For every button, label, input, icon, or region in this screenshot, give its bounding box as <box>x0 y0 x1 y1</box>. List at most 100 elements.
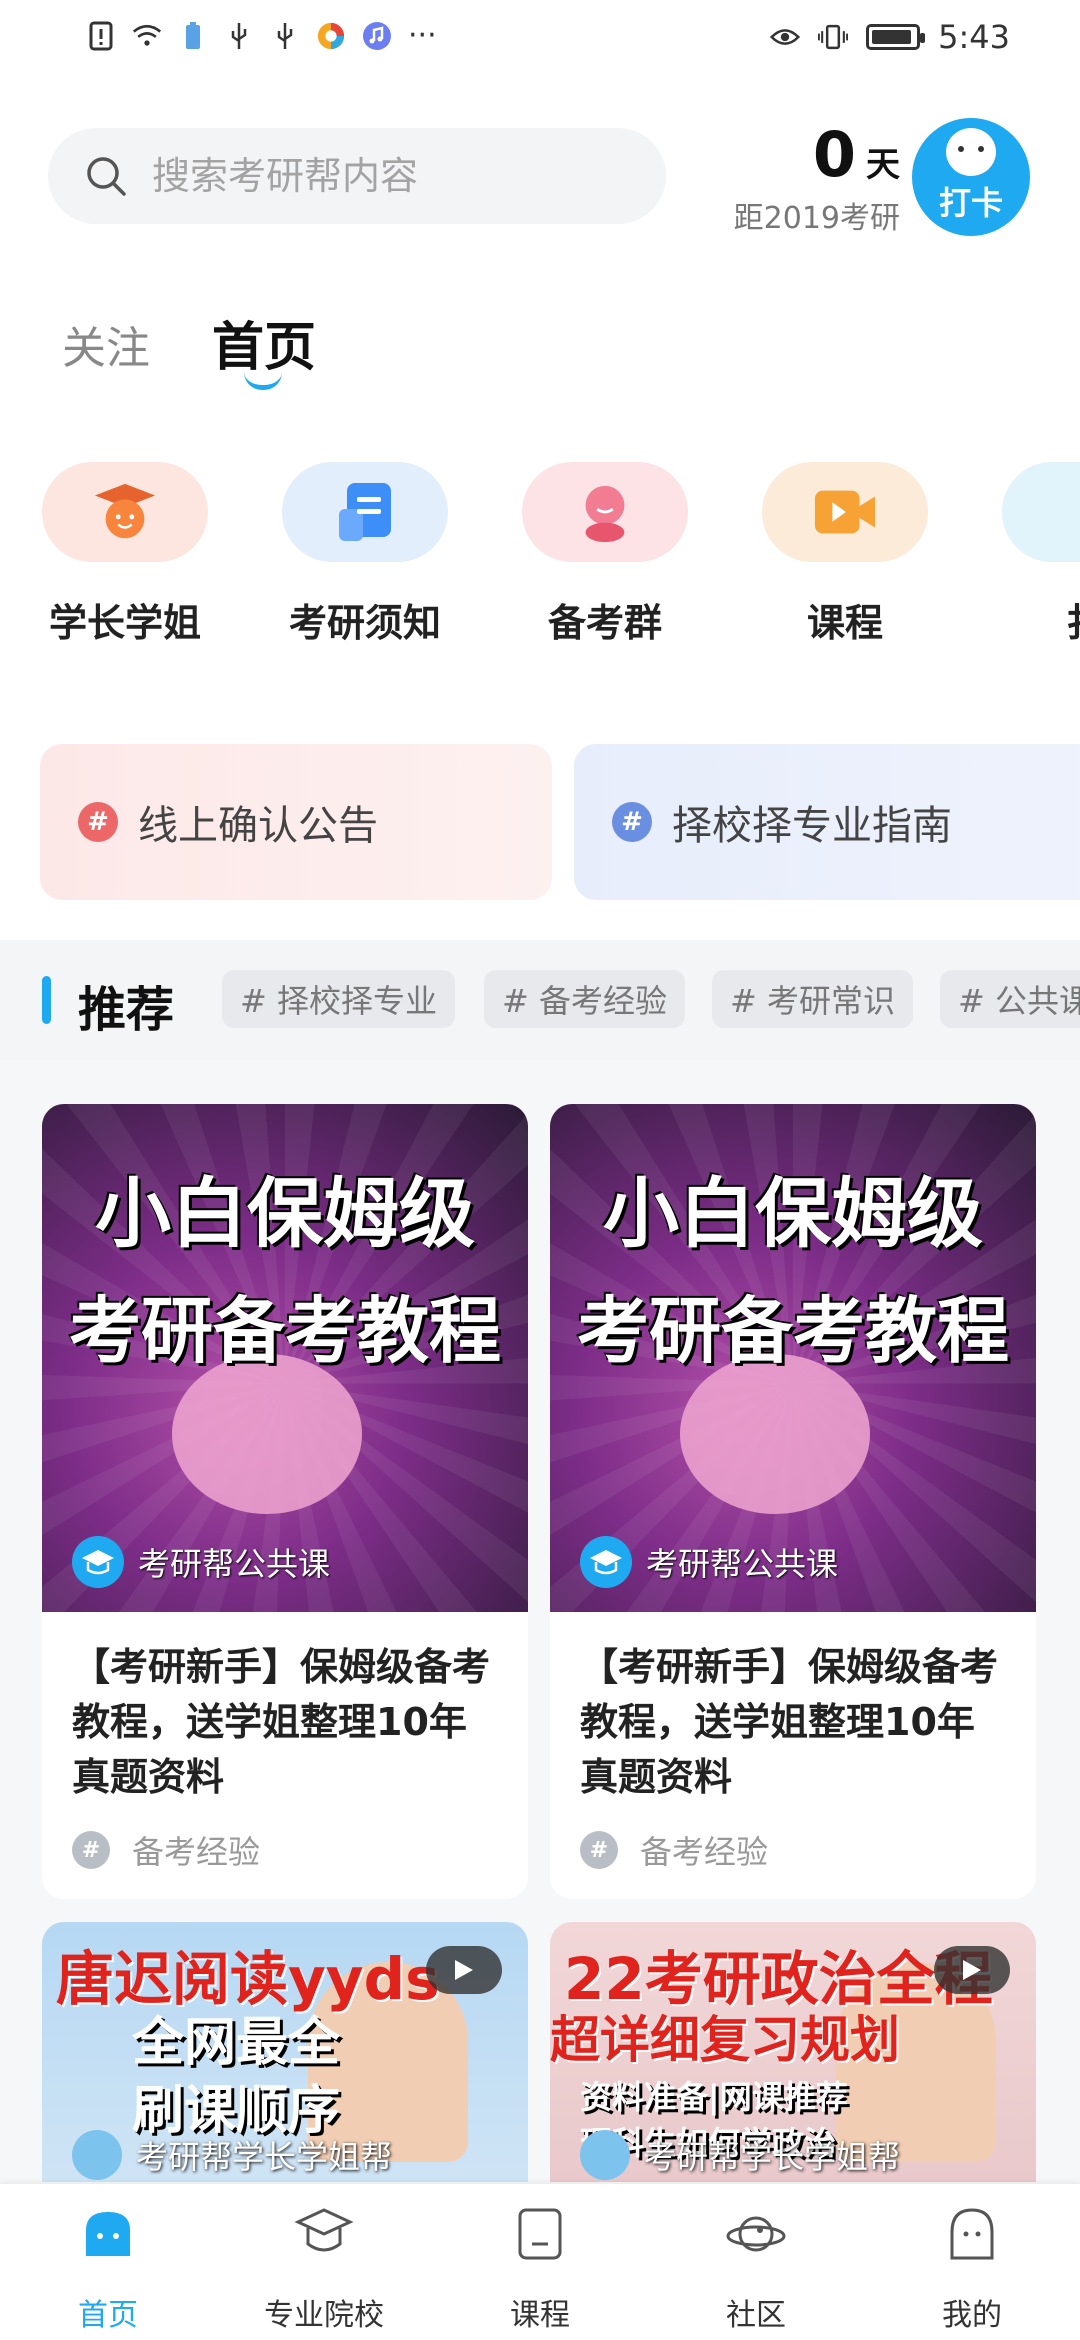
entry-exam-guide[interactable]: 考研须知 <box>280 462 450 647</box>
video-card[interactable]: 唐迟阅读yyds 全网最全 刷课顺序 考研帮学长学姐帮 <box>42 1922 528 2182</box>
source-badge: 考研帮学长学姐帮 <box>580 2130 900 2180</box>
usb-icon <box>224 21 254 51</box>
graduate-mascot-icon <box>93 480 157 544</box>
nav-home[interactable]: 首页 <box>0 2184 216 2340</box>
thumbnail-subheadline: 考研备考教程 <box>68 1289 501 1373</box>
battery-saver-icon <box>178 21 208 51</box>
topic-label: 备考经验 <box>132 1833 261 1871</box>
topic-label: 备考经验 <box>640 1833 769 1871</box>
article-topic[interactable]: # 备考经验 <box>580 1827 1006 1873</box>
notice-school-major-guide[interactable]: # 择校择专业指南 <box>574 744 1080 900</box>
tag-exam-experience[interactable]: # 备考经验 <box>484 970 685 1028</box>
video-subline: 超详细复习规划 <box>550 2011 900 2069</box>
vibrate-icon <box>818 22 849 52</box>
tab-home[interactable]: 首页 <box>212 305 316 380</box>
nav-label: 专业院校 <box>264 2298 384 2333</box>
play-icon[interactable] <box>426 1946 502 1994</box>
thumbnail-headline: 小白保姆级 <box>95 1169 475 1258</box>
article-title: 【考研新手】保姆级备考教程，送学姐整理10年真题资料 <box>580 1645 999 1799</box>
countdown-number: 0 <box>812 118 856 191</box>
countdown-unit: 天 <box>866 145 900 185</box>
document-icon <box>333 480 397 544</box>
entry-courses[interactable]: 课程 <box>760 462 930 647</box>
eye-comfort-icon <box>770 22 801 52</box>
browser-app-icon <box>316 21 346 51</box>
nav-label: 我的 <box>942 2298 1002 2333</box>
tab-follow[interactable]: 关注 <box>62 312 150 376</box>
bottom-navigation: 首页 专业院校 课程 社区 我的 <box>0 2184 1080 2340</box>
source-name: 考研帮学长学姐帮 <box>136 2138 393 2176</box>
battery-icon <box>866 24 926 50</box>
checkin-label: 打卡 <box>938 184 1003 222</box>
usb-debug-icon <box>270 21 300 51</box>
section-marker <box>42 976 51 1024</box>
article-card[interactable]: 小白保姆级 考研备考教程 考研帮公共课 【考研新手】保姆级备考教程，送学姐整理1… <box>550 1104 1036 1899</box>
status-icons-right: 5:43 <box>770 18 1010 56</box>
notice-label: 择校择专业指南 <box>672 803 952 849</box>
article-title: 【考研新手】保姆级备考教程，送学姐整理10年真题资料 <box>72 1645 491 1799</box>
entry-label: 扌 <box>1000 592 1080 647</box>
quick-entry-row: 学长学姐 考研须知 备考群 课程 扌 <box>0 462 1080 662</box>
tag-school-major[interactable]: # 择校择专业 <box>222 970 455 1028</box>
video-camera-icon <box>813 480 877 544</box>
source-name: 考研帮公共课 <box>138 1545 331 1583</box>
nav-label: 社区 <box>726 2298 786 2333</box>
thumbnail-headline: 小白保姆级 <box>603 1169 983 1258</box>
thumbnail-subheadline: 考研备考教程 <box>576 1289 1009 1373</box>
community-planet-icon <box>726 2216 786 2252</box>
entry-more[interactable]: 扌 <box>1000 462 1080 647</box>
video-subline: 全网最全 <box>132 2013 341 2073</box>
source-badge: 考研帮学长学姐帮 <box>72 2130 392 2180</box>
sim-alert-icon <box>86 21 116 51</box>
entry-seniors[interactable]: 学长学姐 <box>40 462 210 647</box>
notice-online-confirm[interactable]: # 线上确认公告 <box>40 744 552 900</box>
status-icons-left: ··· <box>86 18 437 53</box>
status-time: 5:43 <box>938 18 1010 56</box>
more-notifications-icon: ··· <box>408 18 437 53</box>
wifi-icon <box>132 21 162 51</box>
video-subline: 资料准备|网课推荐 <box>580 2078 848 2116</box>
course-icon <box>518 2208 562 2260</box>
nav-schools[interactable]: 专业院校 <box>216 2184 432 2340</box>
nav-community[interactable]: 社区 <box>648 2184 864 2340</box>
source-badge: 考研帮公共课 <box>580 1536 838 1588</box>
nav-profile[interactable]: 我的 <box>864 2184 1080 2340</box>
entry-label: 学长学姐 <box>48 601 201 645</box>
entry-study-group[interactable]: 备考群 <box>520 462 690 647</box>
mascot-avatar-icon <box>946 128 996 176</box>
profile-icon <box>950 2208 994 2260</box>
entry-label: 考研须知 <box>288 601 441 645</box>
group-chat-icon <box>573 480 637 544</box>
notice-label: 线上确认公告 <box>138 803 378 849</box>
hashtag-icon: # <box>612 802 652 842</box>
hashtag-icon: # <box>78 802 118 842</box>
exam-countdown[interactable]: 0天 距2019考研 <box>700 118 900 237</box>
play-icon[interactable] <box>934 1946 1010 1994</box>
nav-label: 课程 <box>510 2298 570 2333</box>
entry-label: 备考群 <box>547 601 662 645</box>
video-card[interactable]: 22考研政治全程 超详细复习规划 资料准备|网课推荐 理科生如何学政治 考研帮学… <box>550 1922 1036 2182</box>
home-icon <box>86 2212 130 2256</box>
checkin-button[interactable]: 打卡 <box>912 118 1030 236</box>
recommend-bar: 推荐 # 择校择专业 # 备考经验 # 考研常识 # 公共课 <box>0 940 1080 1060</box>
article-topic[interactable]: # 备考经验 <box>72 1827 498 1873</box>
search-input[interactable] <box>150 153 634 199</box>
avatar <box>72 2130 122 2180</box>
nav-courses[interactable]: 课程 <box>432 2184 648 2340</box>
avatar <box>580 2130 630 2180</box>
entry-label: 课程 <box>806 601 883 645</box>
article-thumbnail: 小白保姆级 考研备考教程 考研帮公共课 <box>550 1104 1036 1612</box>
search-icon <box>87 157 126 196</box>
search-bar[interactable] <box>48 128 666 224</box>
tag-exam-knowledge[interactable]: # 考研常识 <box>712 970 913 1028</box>
source-name: 考研帮学长学姐帮 <box>644 2138 901 2176</box>
hashtag-icon: # <box>580 1831 618 1869</box>
graduation-cap-icon <box>72 1536 124 1588</box>
article-card[interactable]: 小白保姆级 考研备考教程 考研帮公共课 【考研新手】保姆级备考教程，送学姐整理1… <box>42 1104 528 1899</box>
tag-public-courses[interactable]: # 公共课 <box>940 970 1080 1028</box>
status-bar: ··· 5:43 <box>0 0 1080 80</box>
source-badge: 考研帮公共课 <box>72 1536 330 1588</box>
hashtag-icon: # <box>72 1831 110 1869</box>
nav-label: 首页 <box>78 2298 138 2333</box>
countdown-label: 距2019考研 <box>733 201 900 236</box>
